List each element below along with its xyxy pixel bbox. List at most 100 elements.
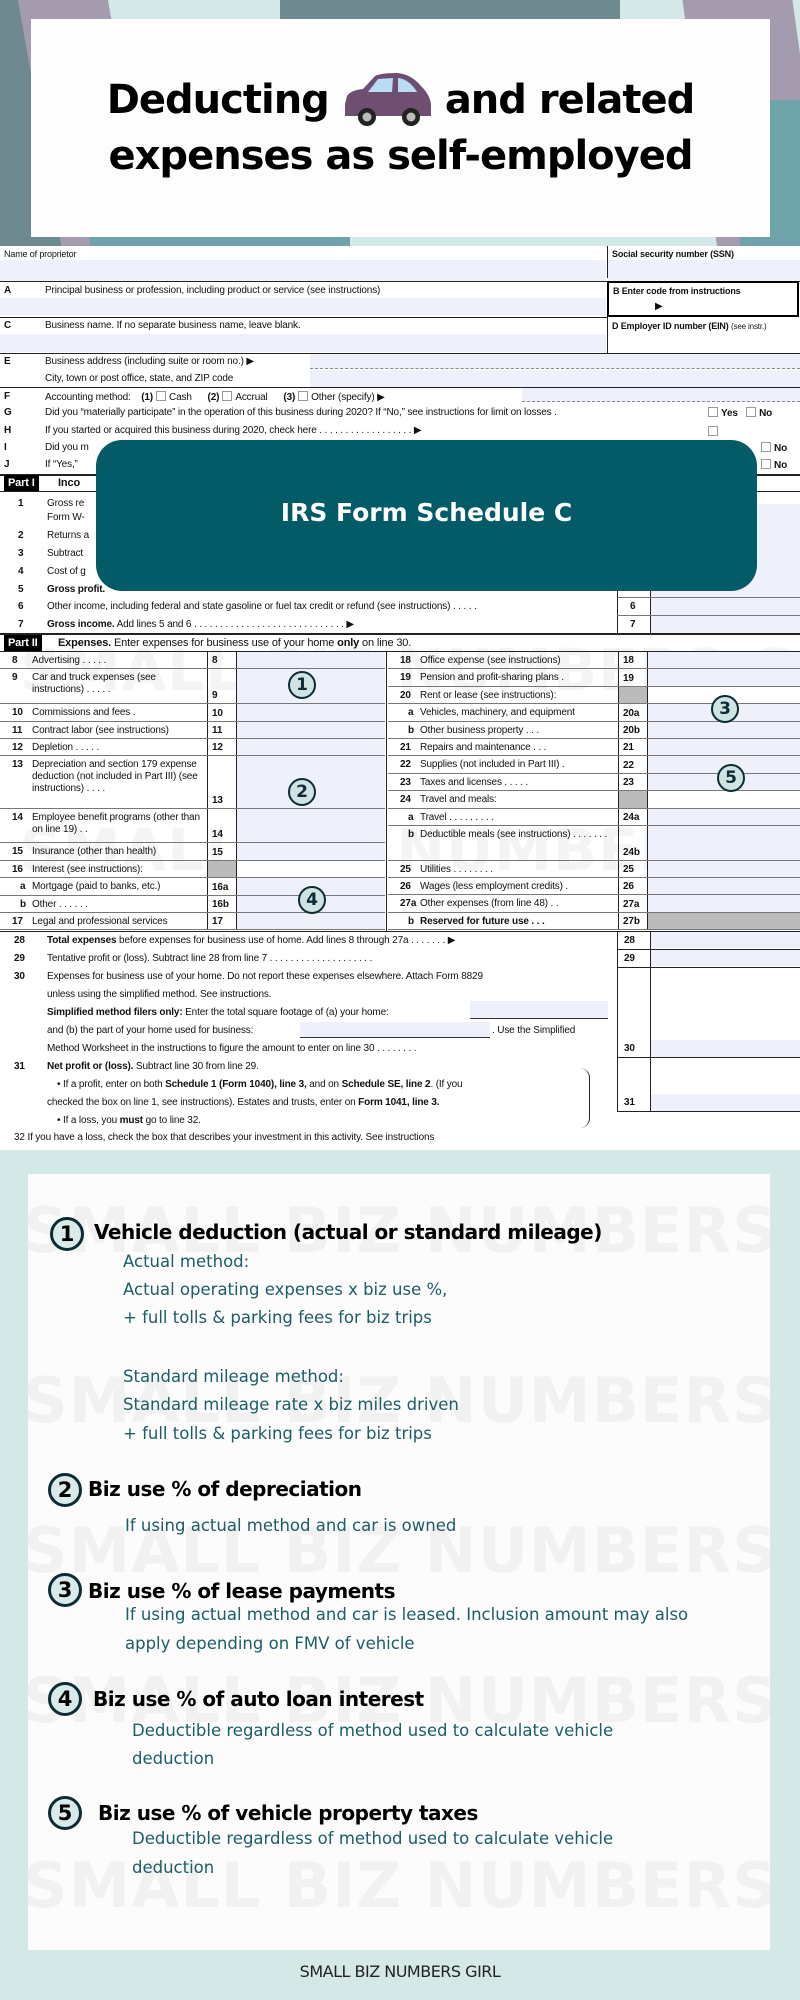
expense-row: 13 Depreciation and section 179 expense d… [0, 756, 385, 809]
other-checkbox[interactable] [298, 391, 309, 401]
yes-checkbox[interactable] [708, 407, 718, 417]
line-29-input[interactable] [651, 950, 800, 966]
page-title-line-1: Deducting and related [107, 72, 695, 128]
line-box-number: 20a [618, 704, 648, 721]
line-number: 13 [12, 759, 23, 771]
cash-checkbox[interactable] [156, 391, 166, 401]
expense-amount-input[interactable] [648, 669, 800, 686]
expense-row: 8 Advertising . . . . . 8 [0, 652, 385, 670]
line-31-input[interactable] [651, 1094, 800, 1111]
ssn-input[interactable] [608, 260, 800, 281]
no-checkbox[interactable] [746, 407, 757, 417]
line-31-bullet-2: • If a loss, you must go to line 32. [57, 1115, 201, 1126]
line-box-number: 21 [618, 738, 648, 756]
expense-row: 11 Contract labor (see instructions) 11 [0, 721, 385, 739]
principal-business-input[interactable] [0, 298, 606, 315]
schedule-c-form: SMALL BIZ NUMBERS GIRL SMALL BIZ NUMBERS… [0, 246, 800, 1150]
expense-amount-input[interactable] [648, 721, 800, 738]
line-number: 15 [12, 846, 23, 858]
no-checkbox[interactable] [761, 459, 771, 469]
line-box-number: 13 [207, 756, 237, 808]
started-business-checkbox[interactable] [708, 426, 718, 436]
title-card: Deducting and related expenses as self-e… [31, 19, 770, 237]
expense-amount-input[interactable] [237, 808, 385, 843]
name-label: Name of proprietor [4, 249, 77, 259]
expense-amount-input[interactable] [237, 912, 385, 930]
expense-label: Other business property . . . [420, 724, 540, 736]
expense-amount-input[interactable] [237, 843, 385, 860]
section-text: Actual method: [123, 1252, 250, 1271]
line-number: a [408, 707, 414, 719]
line-letter: E [4, 356, 11, 367]
line-box-number: 11 [207, 721, 237, 738]
no-checkbox[interactable] [761, 442, 771, 452]
expense-amount-input[interactable] [237, 704, 385, 721]
line-box-number: 27a [618, 895, 648, 912]
line-number: 14 [12, 811, 23, 823]
expense-amount-input[interactable] [648, 808, 800, 825]
line-j-label: If “Yes,” [45, 459, 78, 470]
expense-label: Depreciation and section 179 expense ded… [32, 759, 198, 795]
expense-row: 18 Office expense (see instructions) 18 [388, 652, 800, 670]
expense-label: Vehicles, machinery, and equipment [420, 707, 575, 719]
expense-amount-input[interactable] [648, 895, 800, 912]
line-box-number: 16a [207, 878, 237, 895]
line-30-input[interactable] [651, 1040, 800, 1057]
expense-amount-input[interactable] [237, 652, 385, 669]
expense-amount-input[interactable] [648, 825, 800, 860]
line-box-number: 24a [618, 808, 648, 825]
section-text: If using actual method and car is owned [125, 1516, 457, 1535]
expense-amount-input[interactable] [237, 738, 385, 756]
expense-label: Car and truck expenses (see instructions… [32, 672, 156, 696]
marker-3: 3 [711, 695, 739, 723]
line-box-number: 17 [207, 912, 237, 930]
line-number: 7 [18, 619, 24, 630]
line-box-number: 6 [630, 601, 636, 612]
line-box-number: 19 [618, 669, 648, 686]
section-text: + full tolls & parking fees for biz trip… [123, 1424, 432, 1443]
expense-label: Utilities . . . . . . . . [420, 863, 493, 875]
business-sqft-input[interactable] [300, 1022, 490, 1038]
expense-row: 21 Repairs and maintenance . . . 21 [388, 738, 800, 757]
expense-amount-input[interactable] [648, 738, 800, 756]
line-box-number: 7 [630, 619, 636, 630]
expense-amount-input[interactable] [648, 791, 800, 808]
material-participation-label: Did you “materially participate” in the … [45, 407, 557, 418]
section-text: If using actual method and car is leased… [125, 1605, 689, 1624]
line-28-input[interactable] [651, 932, 800, 948]
business-address-input[interactable] [310, 354, 800, 369]
marker-3: 3 [48, 1573, 82, 1607]
marker-1: 1 [50, 1217, 84, 1251]
expense-amount-input[interactable] [237, 860, 385, 878]
line-box-number: 31 [624, 1097, 635, 1108]
name-input[interactable] [0, 260, 606, 281]
expenses-left-column: 8 Advertising . . . . . 8 9 Car and truck ex… [0, 652, 385, 931]
expense-amount-input[interactable] [237, 721, 385, 738]
line-7-label: Gross income. Add lines 5 and 6 . . . . … [47, 619, 354, 630]
line-box-number: 18 [618, 652, 648, 669]
form-title-banner: IRS Form Schedule C [96, 440, 757, 591]
business-name-input[interactable] [0, 334, 606, 352]
line-number: 18 [400, 655, 411, 666]
other-method-input[interactable] [522, 388, 800, 402]
expense-amount-input[interactable] [648, 912, 800, 930]
city-input[interactable] [310, 370, 800, 387]
expense-amount-input[interactable] [648, 860, 800, 878]
line-3-label: Subtract [47, 548, 84, 559]
expense-label: Reserved for future use . . . [420, 915, 545, 927]
home-sqft-input[interactable] [470, 1001, 608, 1019]
marker-5: 5 [48, 1796, 82, 1830]
accrual-checkbox[interactable] [222, 391, 233, 401]
ein-label: D Employer ID number (EIN) (see instr.) [612, 321, 767, 331]
line-box-number: 10 [207, 704, 237, 721]
business-code-box[interactable]: B Enter code from instructions ▶ [607, 281, 799, 317]
explanation-panel: SMALL BIZ NUMBERS GIRL SMALL BIZ NUMBERS… [28, 1174, 770, 1950]
expense-amount-input[interactable] [648, 878, 800, 895]
expense-amount-input[interactable] [648, 652, 800, 669]
line-letter: H [4, 425, 12, 436]
line-1-label: Gross re [47, 498, 85, 509]
marker-2: 2 [288, 778, 316, 806]
line-number: 17 [12, 915, 23, 927]
expense-row: 14 Employee benefit programs (other than … [0, 808, 385, 844]
line-box-number: 24b [618, 825, 648, 860]
